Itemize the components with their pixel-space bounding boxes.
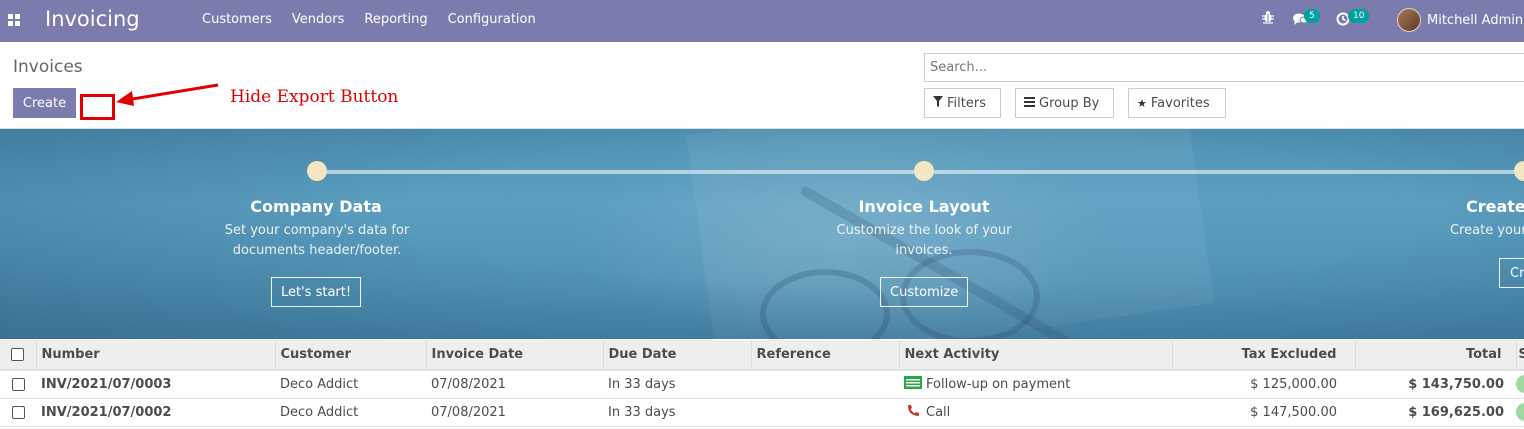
invoice-due-date: In 33 days: [603, 398, 751, 427]
star-icon: ★: [1137, 96, 1147, 110]
invoice-number: INV/2021/07/0003: [36, 370, 275, 399]
messages-badge: 5: [1304, 9, 1320, 23]
next-activity-label: Follow-up on payment: [926, 376, 1071, 392]
menu-item-customers[interactable]: Customers: [192, 12, 282, 27]
group-by-label: Group By: [1039, 95, 1100, 111]
favorites-button[interactable]: ★ Favorites: [1128, 88, 1226, 118]
table-row[interactable]: INV/2021/07/0003 Deco Addict 07/08/2021 …: [0, 370, 1524, 399]
column-reference[interactable]: Reference: [750, 340, 899, 371]
status-badge: [1516, 403, 1524, 421]
column-due-date[interactable]: Due Date: [602, 340, 751, 371]
filters-label: Filters: [947, 95, 986, 111]
bug-icon[interactable]: [1262, 10, 1274, 28]
step-title-invoice-layout: Invoice Layout: [858, 197, 990, 216]
invoice-number: INV/2021/07/0002: [36, 398, 275, 427]
invoice-due-date: In 33 days: [603, 370, 751, 399]
step-title-company-data: Company Data: [250, 197, 382, 216]
invoice-total: $ 169,625.00: [1355, 398, 1516, 427]
invoice-customer: Deco Addict: [275, 398, 426, 427]
group-by-button[interactable]: Group By: [1015, 88, 1114, 118]
list-icon: [1024, 96, 1035, 110]
step-desc-company-data: Set your company's data for documents he…: [224, 223, 410, 258]
create-step-button[interactable]: Cr: [1499, 258, 1524, 288]
customize-button[interactable]: Customize: [880, 277, 969, 307]
favorites-label: Favorites: [1150, 95, 1210, 111]
annotation-label: Hide Export Button: [230, 87, 399, 107]
column-customer[interactable]: Customer: [274, 340, 426, 371]
table-row[interactable]: INV/2021/07/0002 Deco Addict 07/08/2021 …: [0, 398, 1524, 427]
status-badge: [1516, 375, 1524, 394]
invoice-tax-excluded: $ 147,500.00: [1172, 398, 1355, 427]
create-button[interactable]: Create: [13, 88, 76, 118]
avatar[interactable]: [1397, 8, 1421, 32]
annotation-arrow: [116, 83, 219, 106]
menu-item-configuration[interactable]: Configuration: [438, 12, 546, 27]
column-number[interactable]: Number: [35, 340, 275, 371]
search-input[interactable]: [930, 60, 1524, 75]
menu-item-reporting[interactable]: Reporting: [354, 12, 437, 27]
column-next-activity[interactable]: Next Activity: [898, 340, 1172, 371]
hidden-export-button-highlight: [80, 94, 115, 120]
step-desc-invoice-layout: Customize the look of your invoices.: [836, 223, 1012, 258]
next-activity-cell[interactable]: Call: [899, 398, 1172, 427]
invoice-date: 07/08/2021: [426, 398, 603, 427]
step-dot-invoice-layout: [914, 161, 934, 181]
invoice-customer: Deco Addict: [275, 370, 426, 399]
next-activity-label: Call: [926, 404, 951, 420]
next-activity-cell[interactable]: Follow-up on payment: [899, 370, 1172, 399]
user-menu[interactable]: Mitchell Admin: [1427, 13, 1523, 28]
column-total[interactable]: Total: [1354, 340, 1516, 371]
invoice-reference: [751, 370, 899, 399]
column-tax-excluded[interactable]: Tax Excluded: [1171, 340, 1355, 371]
invoice-tax-excluded: $ 125,000.00: [1172, 370, 1355, 399]
activities-badge: 10: [1348, 9, 1370, 23]
phone-icon: [907, 404, 920, 421]
select-all-checkbox[interactable]: [11, 348, 25, 361]
menu-item-vendors[interactable]: Vendors: [282, 12, 354, 27]
row-checkbox[interactable]: [11, 377, 25, 391]
step-desc-create: Create your: [1450, 223, 1524, 238]
select-all-checkbox-cell: [0, 340, 36, 371]
invoices-table: Number Customer Invoice Date Due Date Re…: [0, 340, 1524, 427]
step-dot-company-data: [307, 161, 327, 181]
main-menu: Customers Vendors Reporting Configuratio…: [192, 12, 546, 27]
search-bar: [924, 53, 1524, 82]
filter-icon: [933, 96, 943, 110]
invoice-date: 07/08/2021: [426, 370, 603, 399]
table-header-row: Number Customer Invoice Date Due Date Re…: [0, 340, 1524, 371]
invoice-total: $ 143,750.00: [1355, 370, 1516, 399]
column-invoice-date[interactable]: Invoice Date: [425, 340, 603, 371]
filters-button[interactable]: Filters: [924, 88, 1001, 118]
cash-icon: [904, 375, 922, 393]
row-checkbox[interactable]: [11, 405, 25, 419]
apps-icon[interactable]: [8, 14, 20, 26]
app-name[interactable]: Invoicing: [45, 7, 140, 31]
page-title: Invoices: [13, 57, 83, 77]
invoice-reference: [751, 398, 899, 427]
step-title-create: Create: [1466, 197, 1524, 216]
lets-start-button[interactable]: Let's start!: [271, 277, 362, 307]
column-status[interactable]: S: [1515, 340, 1524, 371]
top-navbar: Invoicing Customers Vendors Reporting Co…: [0, 0, 1524, 42]
